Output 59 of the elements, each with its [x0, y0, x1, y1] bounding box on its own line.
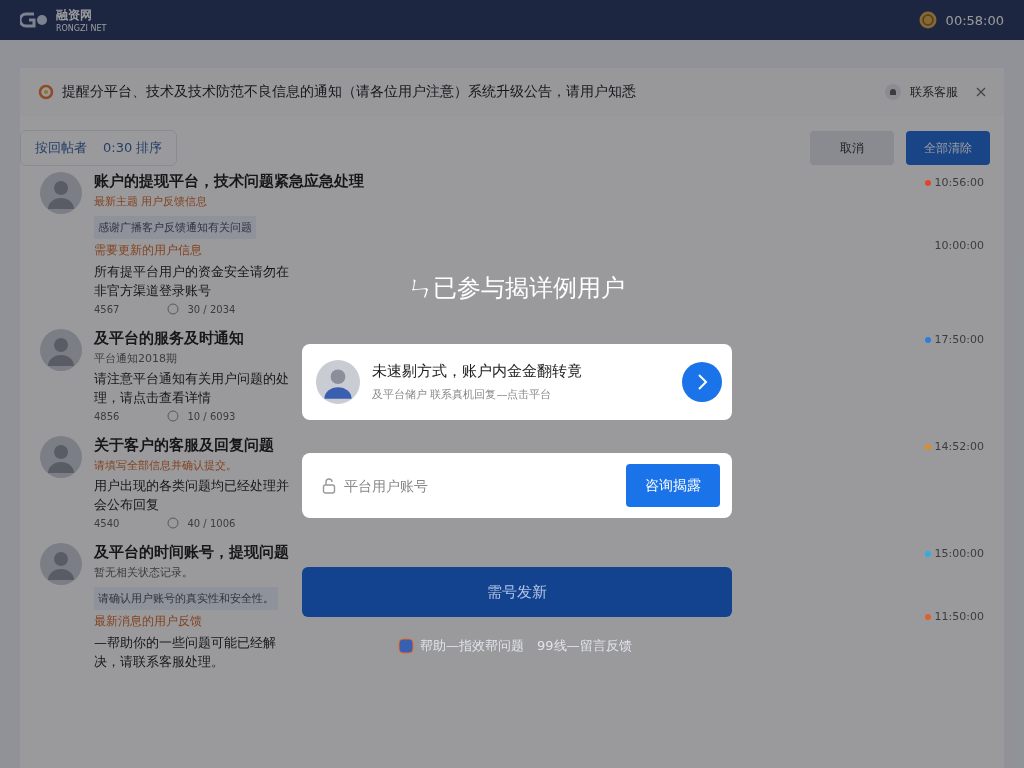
highlight-text: 最新消息的用户反馈	[94, 613, 202, 630]
quoted-reply: 感谢广播客户反馈通知有关问题	[94, 216, 256, 239]
post-time: 17:50:00	[934, 333, 984, 346]
submit-button[interactable]: 需号发新	[302, 567, 732, 617]
modal-title: ㄣ已参与揭详例用户	[409, 273, 625, 304]
reply-count: 30 / 2034	[187, 303, 236, 315]
post-title[interactable]: 及平台的服务及时通知	[94, 329, 244, 348]
coin-icon[interactable]	[917, 10, 938, 30]
view-count: 4856	[94, 410, 120, 422]
comment-icon	[167, 410, 180, 422]
chevron-right-icon[interactable]	[682, 362, 722, 402]
post-title[interactable]: 账户的提现平台，技术问题紧急应急处理	[94, 172, 364, 191]
post-subtitle: 暂无相关状态记录。	[94, 565, 193, 580]
reply-count: 10 / 6093	[187, 410, 236, 422]
post-title[interactable]: 关于客户的客服及回复问题	[94, 436, 274, 455]
user-status-text: 00:58:00	[945, 12, 1004, 28]
view-count: 4567	[94, 303, 120, 315]
post-time: 14:52:00	[934, 440, 984, 453]
clear-all-button[interactable]: 全部清除	[906, 131, 990, 165]
notice-icon	[38, 84, 54, 100]
post-time: 15:00:00	[934, 547, 984, 560]
close-icon[interactable]	[976, 87, 986, 97]
post-text: 所有提平台用户的资金安全请勿在非官方渠道登录账号	[94, 263, 290, 300]
account-input-field[interactable]: 平台用户账号	[344, 477, 618, 494]
post-text: 请注意平台通知有关用户问题的处理，请点击查看详情	[94, 370, 290, 407]
sort-filter-field[interactable]: 按回帖者 0:30 排序	[20, 130, 178, 166]
highlight-text: 需要更新的用户信息	[94, 242, 202, 259]
card-subtitle: 及平台储户 联系真机回复—点击平台	[372, 387, 552, 402]
post-text: —帮助你的一些问题可能已经解决，请联系客服处理。	[94, 634, 277, 671]
post-time: 10:00:00	[934, 239, 984, 252]
avatar-icon	[40, 329, 82, 371]
post-time: 11:50:00	[934, 610, 984, 623]
avatar-icon	[316, 360, 360, 404]
post-time: 10:56:00	[934, 176, 984, 189]
post-subtitle: 最新主题 用户反馈信息	[94, 194, 208, 209]
post-subtitle: 平台通知2018期	[94, 351, 177, 366]
user-card[interactable]: 未速剔方式，账户内金金翻转竟 及平台储户 联系真机回复—点击平台	[302, 344, 732, 420]
logo-subtext: RONGZI NET	[56, 24, 107, 33]
avatar-icon	[40, 543, 82, 585]
post-title[interactable]: 及平台的时间账号，提现问题	[94, 543, 289, 562]
reply-count: 40 / 1006	[187, 517, 236, 529]
avatar-icon	[40, 436, 82, 478]
card-title: 未速剔方式，账户内金金翻转竟	[372, 362, 582, 381]
help-icon	[398, 638, 414, 654]
consult-button[interactable]: 咨询揭露	[626, 464, 720, 507]
support-link[interactable]: 联系客服	[910, 83, 958, 101]
lock-icon	[322, 477, 336, 494]
comment-icon	[167, 303, 180, 315]
view-count: 4540	[94, 517, 120, 529]
support-icon	[884, 83, 902, 101]
avatar-icon	[40, 172, 82, 214]
post-text: 用户出现的各类问题均已经处理并会公布回复	[94, 477, 290, 514]
cancel-button[interactable]: 取消	[810, 131, 894, 165]
logo-text: 融资网	[56, 7, 93, 24]
quoted-reply: 请确认用户账号的真实性和安全性。	[94, 587, 278, 610]
logo-icon	[20, 11, 50, 29]
comment-icon	[167, 517, 180, 529]
post-subtitle: 请填写全部信息并确认提交。	[94, 458, 237, 473]
notice-text: 提醒分平台、技术及技术防范不良信息的通知（请各位用户注意）系统升级公告，请用户知悉	[62, 83, 637, 101]
